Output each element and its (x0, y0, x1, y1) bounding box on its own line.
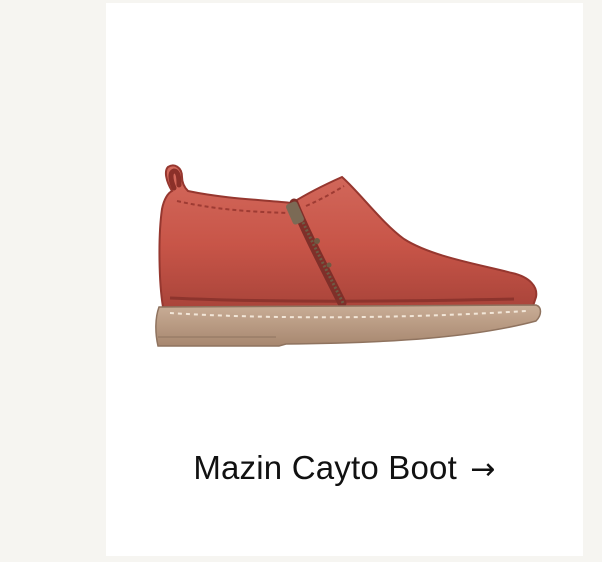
right-arrow-icon: → (470, 452, 496, 487)
boot-upper (158, 164, 538, 311)
boot-sole (155, 304, 542, 347)
product-card[interactable]: Mazin Cayto Boot → (106, 3, 583, 556)
product-name: Mazin Cayto Boot (193, 449, 457, 486)
product-link[interactable]: Mazin Cayto Boot → (106, 446, 583, 492)
page: Mazin Cayto Boot → (0, 0, 602, 562)
boot-image[interactable] (146, 153, 546, 363)
